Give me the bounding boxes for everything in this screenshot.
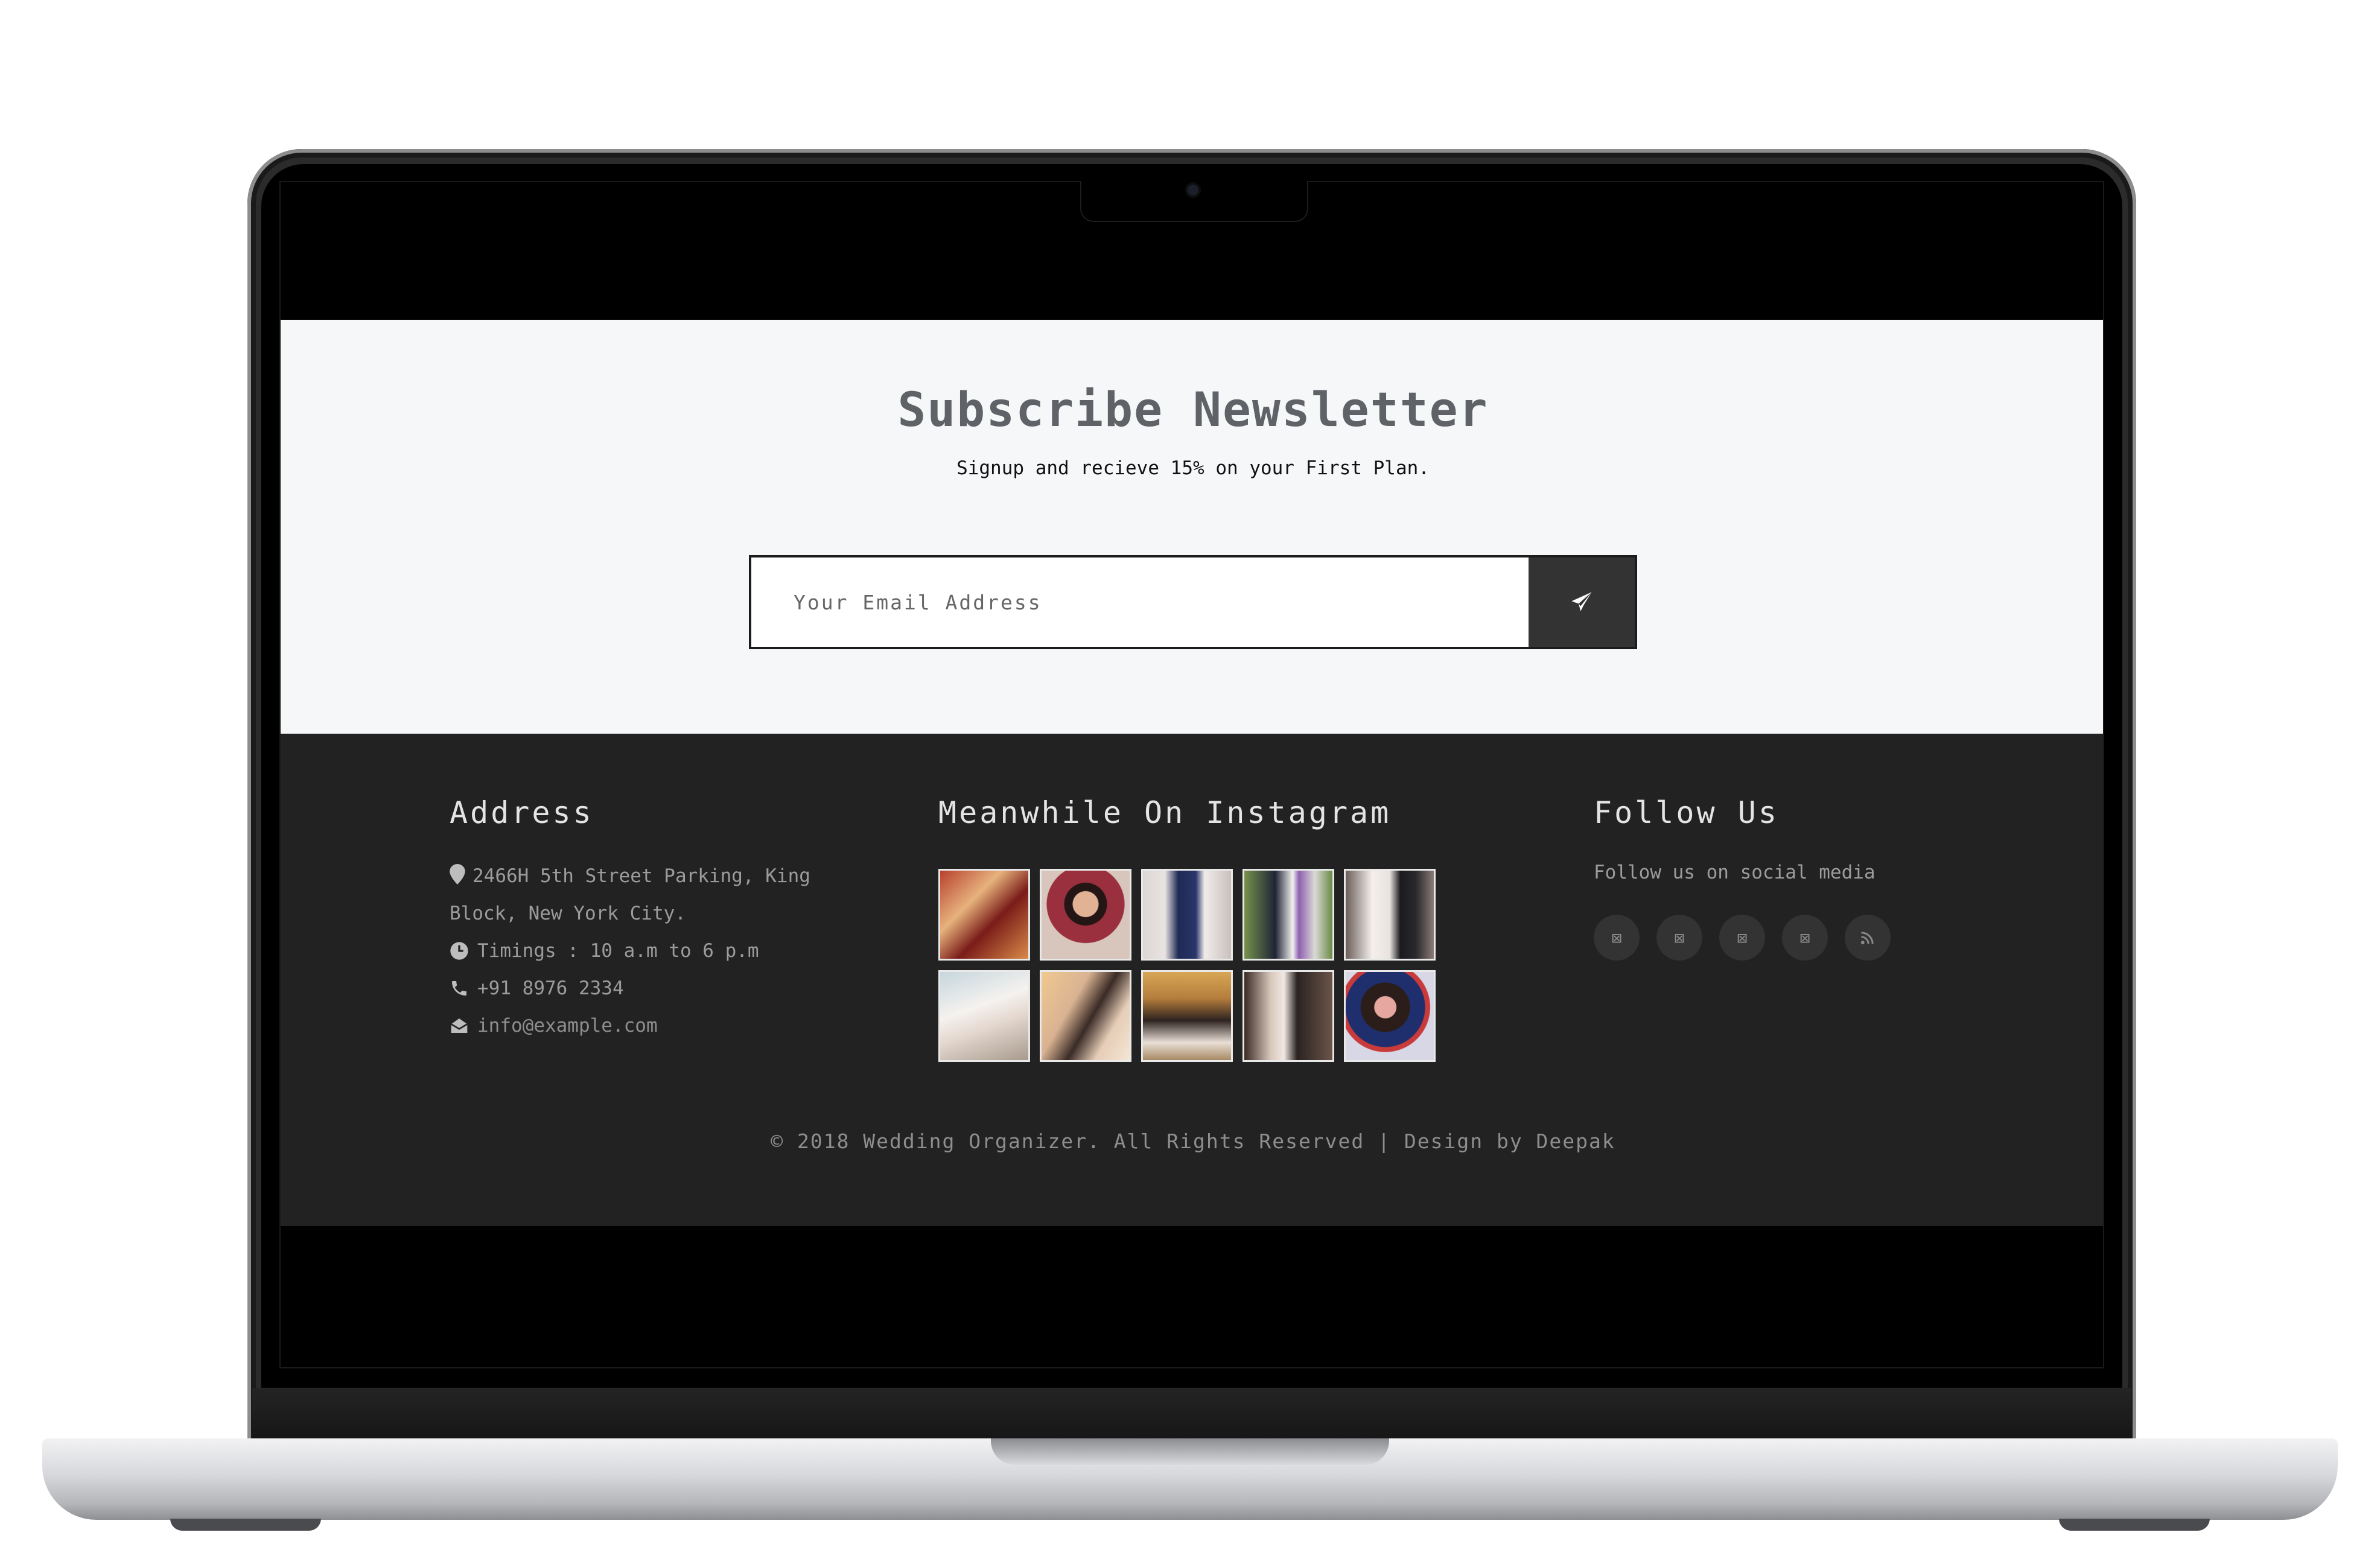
rss-glyph-icon	[1860, 932, 1874, 945]
clock-icon	[450, 942, 468, 960]
follow-text: Follow us on social media	[1594, 862, 1876, 883]
instagram-photo[interactable]	[938, 970, 1030, 1062]
google-plus-icon[interactable]: ⊠	[1719, 915, 1765, 961]
instagram-photo[interactable]	[1141, 869, 1233, 961]
address-email-row: info@example.com	[450, 1007, 836, 1044]
instagram-photo[interactable]	[938, 869, 1030, 961]
newsletter-form	[749, 555, 1637, 649]
address-timings: Timings : 10 a.m to 6 p.m	[477, 940, 759, 962]
address-phone-row: +91 8976 2334	[450, 970, 836, 1007]
newsletter-subtitle: Signup and recieve 15% on your First Pla…	[956, 457, 1430, 479]
instagram-title: Meanwhile On Instagram	[938, 795, 1392, 830]
paper-plane-icon	[1571, 592, 1592, 611]
map-marker-icon	[450, 864, 465, 885]
instagram-photo[interactable]	[1344, 970, 1436, 1062]
instagram-grid	[938, 869, 1436, 1062]
laptop-thumb-cutout	[991, 1438, 1389, 1465]
social-icons: ⊠ ⊠ ⊠ ⊠	[1594, 915, 1891, 961]
rss-icon[interactable]	[1845, 915, 1891, 961]
laptop-foot-left	[170, 1519, 321, 1531]
newsletter-section: Subscribe Newsletter Signup and recieve …	[281, 320, 2103, 734]
website: Subscribe Newsletter Signup and recieve …	[281, 320, 2103, 1226]
address-title: Address	[450, 795, 594, 830]
envelope-open-icon	[450, 1018, 468, 1033]
laptop-foot-right	[2059, 1519, 2210, 1531]
instagram-photo[interactable]	[1040, 970, 1131, 1062]
instagram-photo[interactable]	[1242, 970, 1334, 1062]
address-street-row: 2466H 5th Street Parking, King Block, Ne…	[450, 857, 836, 932]
subscribe-button[interactable]	[1529, 557, 1635, 647]
laptop-hinge	[252, 1388, 2131, 1440]
address-timings-row: Timings : 10 a.m to 6 p.m	[450, 932, 836, 970]
follow-title: Follow Us	[1594, 795, 1779, 830]
copyright-text: © 2018 Wedding Organizer. All Rights Res…	[771, 1129, 1615, 1153]
camera-lens-icon	[1188, 185, 1198, 195]
linkedin-icon[interactable]: ⊠	[1782, 915, 1828, 961]
newsletter-title: Subscribe Newsletter	[897, 383, 1489, 437]
email-input[interactable]	[751, 557, 1529, 647]
address-phone: +91 8976 2334	[477, 977, 624, 999]
footer: Address 2466H 5th Street Parking, King B…	[281, 734, 2103, 1226]
instagram-photo[interactable]	[1141, 970, 1233, 1062]
instagram-photo[interactable]	[1040, 869, 1131, 961]
instagram-photo[interactable]	[1242, 869, 1334, 961]
facebook-icon[interactable]: ⊠	[1594, 915, 1640, 961]
address-street: 2466H 5th Street Parking, King Block, Ne…	[450, 865, 810, 924]
instagram-photo[interactable]	[1344, 869, 1436, 961]
twitter-icon[interactable]: ⊠	[1656, 915, 1702, 961]
phone-icon	[452, 981, 466, 996]
address-email-link[interactable]: info@example.com	[477, 1007, 658, 1044]
address-block: 2466H 5th Street Parking, King Block, Ne…	[450, 857, 836, 1044]
laptop-screen: Subscribe Newsletter Signup and recieve …	[279, 181, 2104, 1368]
